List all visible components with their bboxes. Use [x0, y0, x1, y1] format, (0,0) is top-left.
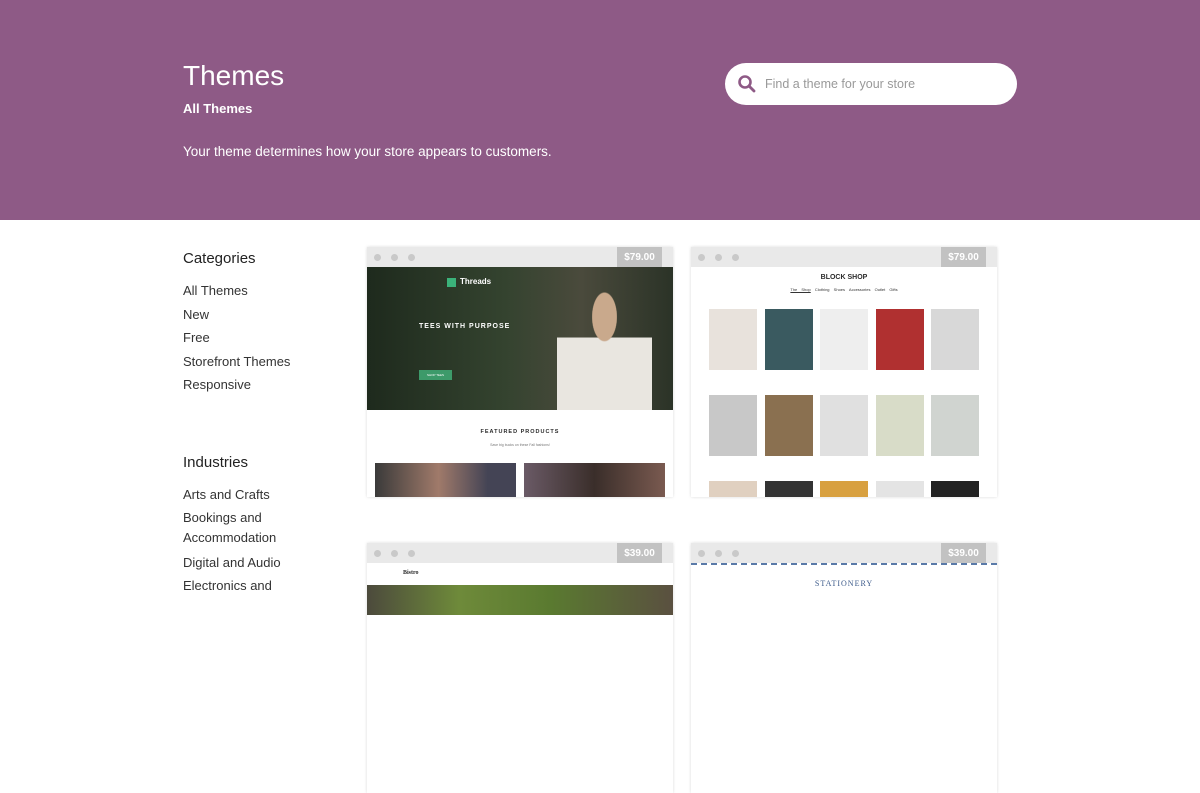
page-subtitle: All Themes [183, 101, 253, 116]
industries-heading: Industries [183, 454, 249, 471]
nav-item: Outlet [874, 287, 886, 292]
industry-electronics[interactable]: Electronics and [183, 574, 313, 598]
product-thumbnail [875, 395, 924, 456]
product-thumbnail [820, 481, 868, 497]
nav-item: The Shop [790, 287, 811, 292]
industry-arts-crafts[interactable]: Arts and Crafts [183, 483, 313, 507]
category-free[interactable]: Free [183, 326, 313, 350]
nav-item: Gifts [889, 287, 898, 292]
browser-bar: $39.00 [367, 543, 673, 563]
nav-item: Accessories [848, 287, 871, 292]
shop-button: SHOP TEES [419, 370, 453, 380]
search-box[interactable] [725, 63, 1017, 105]
product-thumbnail [820, 395, 868, 456]
theme-logo: Threads [460, 277, 492, 286]
theme-preview: Threads TEES WITH PURPOSE SHOP TEES FEAT… [367, 267, 673, 497]
browser-bar: $79.00 [367, 247, 673, 267]
price-badge: $39.00 [941, 543, 986, 563]
product-thumbnail [875, 481, 924, 497]
browser-bar: $79.00 [691, 247, 997, 267]
product-thumbnail [764, 309, 813, 370]
theme-logo: STATIONERY [814, 579, 874, 588]
product-thumbnail [709, 481, 757, 497]
category-all-themes[interactable]: All Themes [183, 279, 313, 303]
section-title: FEATURED PRODUCTS [480, 429, 560, 435]
page-description: Your theme determines how your store app… [183, 144, 552, 159]
product-thumbnail [931, 309, 979, 370]
nav-item: Clothing [814, 287, 830, 292]
price-badge: $79.00 [617, 247, 662, 267]
nav-item: Shoes [833, 287, 846, 292]
theme-logo: BLOCK SHOP [820, 274, 868, 281]
theme-preview: STATIONERY [691, 563, 997, 793]
product-thumbnail [709, 309, 757, 370]
theme-card-stationery[interactable]: $39.00 STATIONERY [691, 543, 997, 793]
product-thumbnail [764, 481, 813, 497]
search-input[interactable] [765, 77, 1005, 91]
price-badge: $39.00 [617, 543, 662, 563]
search-icon [738, 75, 756, 93]
product-thumbnail [820, 309, 868, 370]
hero-text: TEES WITH PURPOSE [419, 323, 511, 330]
theme-card-threads[interactable]: $79.00 Threads TEES WITH PURPOSE SHOP TE… [367, 247, 673, 497]
product-thumbnail [764, 395, 813, 456]
theme-card-bistro[interactable]: $39.00 Bistro [367, 543, 673, 793]
product-thumbnail [709, 395, 757, 456]
industries-nav: Industries Arts and Crafts Bookings and … [183, 454, 313, 598]
section-subtitle: Save big bucks on these Fall fashions! [490, 443, 550, 447]
categories-nav: Categories All Themes New Free Storefron… [183, 250, 313, 397]
product-thumbnail [875, 309, 924, 370]
theme-card-block-shop[interactable]: $79.00 BLOCK SHOP The Shop Clothing Shoe… [691, 247, 997, 497]
product-thumbnail [931, 395, 979, 456]
categories-heading: Categories [183, 250, 256, 267]
price-badge: $79.00 [941, 247, 986, 267]
category-responsive[interactable]: Responsive [183, 373, 313, 397]
theme-preview: Bistro [367, 563, 673, 793]
browser-bar: $39.00 [691, 543, 997, 563]
industry-bookings[interactable]: Bookings and Accommodation [183, 508, 313, 549]
product-thumbnail [931, 481, 979, 497]
theme-logo: Bistro [403, 570, 419, 576]
page-title: Themes [183, 60, 285, 91]
industry-digital-audio[interactable]: Digital and Audio [183, 551, 313, 575]
category-new[interactable]: New [183, 303, 313, 327]
category-storefront[interactable]: Storefront Themes [183, 350, 313, 374]
header-banner: Themes All Themes Your theme determines … [0, 0, 1200, 220]
theme-preview: BLOCK SHOP The Shop Clothing Shoes Acces… [691, 267, 997, 497]
